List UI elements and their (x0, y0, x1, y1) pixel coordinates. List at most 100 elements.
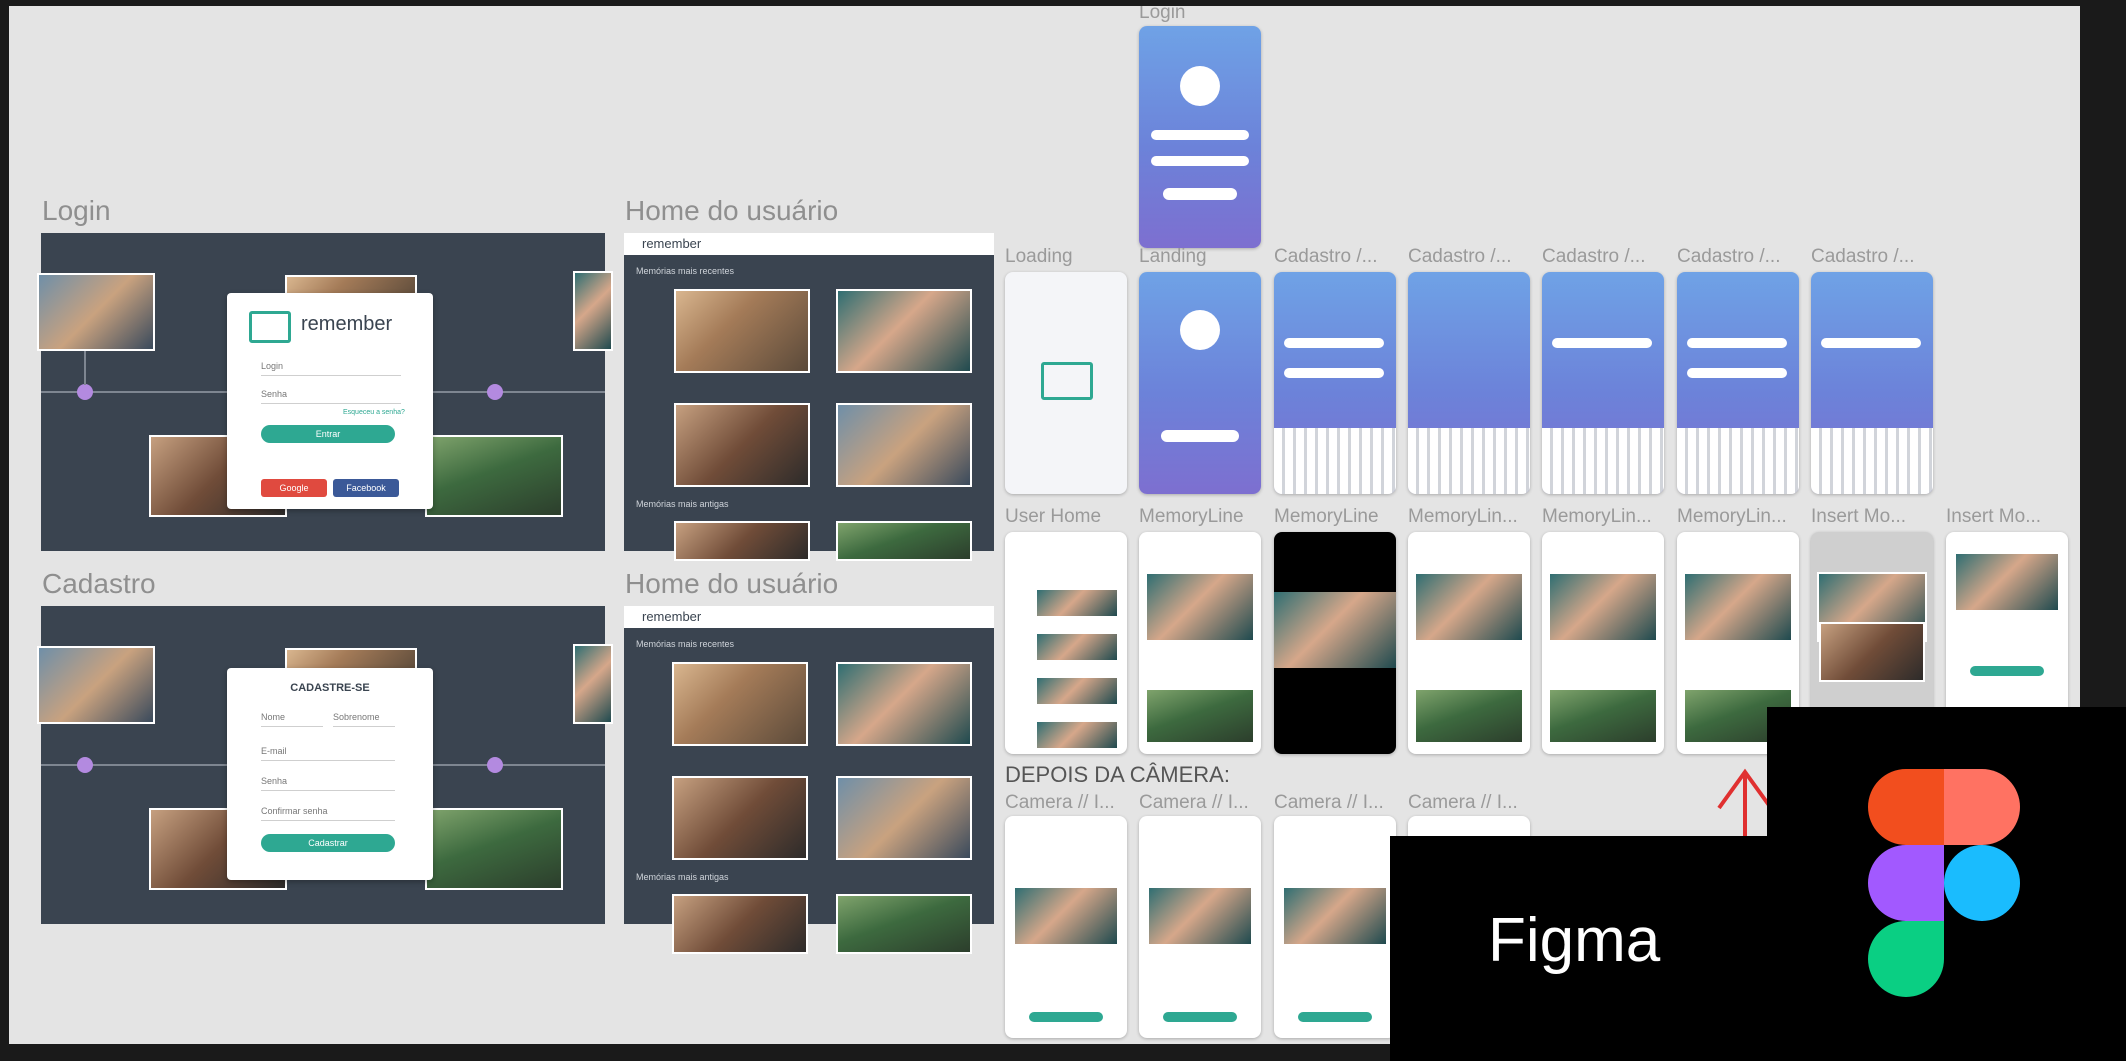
keyboard[interactable] (1274, 428, 1396, 494)
memory-thumb[interactable] (836, 289, 972, 373)
login-input[interactable] (1151, 130, 1249, 140)
camera-screen[interactable] (1139, 816, 1261, 1038)
facebook-button[interactable]: Facebook (333, 479, 399, 497)
keyboard[interactable] (1542, 428, 1664, 494)
memory-thumb[interactable] (674, 289, 810, 373)
memory-thumb[interactable] (674, 521, 810, 561)
frame-label[interactable]: Camera // I... (1005, 792, 1115, 814)
forgot-password-link[interactable]: Esqueceu a senha? (343, 409, 405, 416)
memoryline-screen[interactable] (1408, 532, 1530, 754)
memory-thumb[interactable] (836, 894, 972, 954)
camera-screen[interactable] (1274, 816, 1396, 1038)
login-desktop-frame[interactable]: remember Login Senha Esqueceu a senha? E… (37, 233, 613, 551)
cadastro-step-screen[interactable] (1274, 272, 1396, 494)
frame-label[interactable]: MemoryLine (1139, 506, 1244, 528)
cadastro-step-screen[interactable] (1677, 272, 1799, 494)
loading-screen[interactable] (1005, 272, 1127, 494)
memory-photo[interactable] (1145, 572, 1255, 642)
memoryline-screen-dark[interactable] (1274, 532, 1396, 754)
frame-label[interactable]: Cadastro /... (1408, 246, 1512, 268)
memory-thumb[interactable] (1035, 676, 1119, 706)
frame-label[interactable]: Insert Mo... (1946, 506, 2041, 528)
frame-label-login-mobile[interactable]: Login (1139, 6, 1186, 24)
frame-label[interactable]: User Home (1005, 506, 1101, 528)
save-button[interactable] (1029, 1012, 1103, 1022)
enter-button[interactable] (1163, 188, 1237, 200)
start-button[interactable] (1161, 430, 1239, 442)
password-input[interactable] (1151, 156, 1249, 166)
name-input[interactable] (261, 726, 323, 727)
memory-thumb[interactable] (672, 894, 808, 954)
memory-photo[interactable] (1013, 886, 1119, 946)
cadastro-step-screen[interactable] (1542, 272, 1664, 494)
frame-label[interactable]: Cadastro /... (1677, 246, 1781, 268)
memory-thumb[interactable] (672, 776, 808, 860)
home-desktop-frame[interactable]: remember Memórias mais recentes Memórias… (624, 233, 994, 561)
keyboard[interactable] (1677, 428, 1799, 494)
text-input[interactable] (1821, 338, 1921, 348)
memoryline-screen[interactable] (1542, 532, 1664, 754)
frame-label[interactable]: MemoryLin... (1542, 506, 1652, 528)
frame-label[interactable]: Camera // I... (1139, 792, 1249, 814)
memory-thumb[interactable] (836, 662, 972, 746)
frame-label-cadastro[interactable]: Cadastro (42, 568, 156, 600)
enter-button[interactable]: Entrar (261, 425, 395, 443)
memory-thumb[interactable] (1035, 588, 1119, 618)
memory-photo[interactable] (1414, 572, 1524, 642)
memory-photo[interactable] (1282, 886, 1388, 946)
memory-thumb[interactable] (1035, 720, 1119, 750)
confirm-password-input[interactable] (261, 820, 395, 821)
frame-label[interactable]: Cadastro /... (1811, 246, 1915, 268)
user-home-screen[interactable] (1005, 532, 1127, 754)
frame-label[interactable]: MemoryLin... (1677, 506, 1787, 528)
frame-label[interactable]: Camera // I... (1274, 792, 1384, 814)
frame-label-home-2[interactable]: Home do usuário (625, 568, 838, 600)
memory-photo[interactable] (1954, 552, 2060, 612)
cadastro-step-screen[interactable] (1811, 272, 1933, 494)
memory-photo[interactable] (1147, 886, 1253, 946)
memory-thumb[interactable] (674, 403, 810, 487)
memory-thumb[interactable] (836, 776, 972, 860)
google-button[interactable]: Google (261, 479, 327, 497)
frame-label-login[interactable]: Login (42, 195, 111, 227)
memory-thumb[interactable] (672, 662, 808, 746)
landing-screen[interactable] (1139, 272, 1261, 494)
memory-photo[interactable] (1819, 622, 1925, 682)
keyboard[interactable] (1408, 428, 1530, 494)
memory-thumb[interactable] (836, 403, 972, 487)
memory-thumb[interactable] (836, 521, 972, 561)
memoryline-screen[interactable] (1139, 532, 1261, 754)
memory-thumb[interactable] (1035, 632, 1119, 662)
text-input[interactable] (1284, 368, 1384, 378)
frame-label-home[interactable]: Home do usuário (625, 195, 838, 227)
password-input[interactable] (261, 403, 401, 404)
home-desktop-frame-2[interactable]: remember Memórias mais recentes Memórias… (624, 606, 994, 954)
memory-photo[interactable] (1145, 688, 1255, 744)
text-input[interactable] (1552, 338, 1652, 348)
password-input[interactable] (261, 790, 395, 791)
email-input[interactable] (261, 760, 395, 761)
text-input[interactable] (1687, 338, 1787, 348)
frame-label[interactable]: Loading (1005, 246, 1073, 268)
frame-label[interactable]: MemoryLine (1274, 506, 1379, 528)
submit-button[interactable]: Cadastrar (261, 834, 395, 852)
cadastro-step-screen[interactable] (1408, 272, 1530, 494)
frame-label[interactable]: Camera // I... (1408, 792, 1518, 814)
memory-photo[interactable] (1274, 592, 1396, 668)
memory-photo[interactable] (1548, 572, 1658, 642)
memory-photo[interactable] (1548, 688, 1658, 744)
login-input[interactable] (261, 375, 401, 376)
save-button[interactable] (1163, 1012, 1237, 1022)
memory-photo[interactable] (1414, 688, 1524, 744)
surname-input[interactable] (333, 726, 395, 727)
keyboard[interactable] (1811, 428, 1933, 494)
cadastro-desktop-frame[interactable]: CADASTRE-SE Nome Sobrenome E-mail Senha … (37, 606, 613, 924)
frame-label[interactable]: Landing (1139, 246, 1207, 268)
text-input[interactable] (1284, 338, 1384, 348)
frame-label[interactable]: Insert Mo... (1811, 506, 1906, 528)
camera-screen[interactable] (1005, 816, 1127, 1038)
mobile-login-frame[interactable] (1139, 26, 1261, 248)
frame-label[interactable]: Cadastro /... (1274, 246, 1378, 268)
frame-label[interactable]: Cadastro /... (1542, 246, 1646, 268)
memory-photo[interactable] (1683, 572, 1793, 642)
